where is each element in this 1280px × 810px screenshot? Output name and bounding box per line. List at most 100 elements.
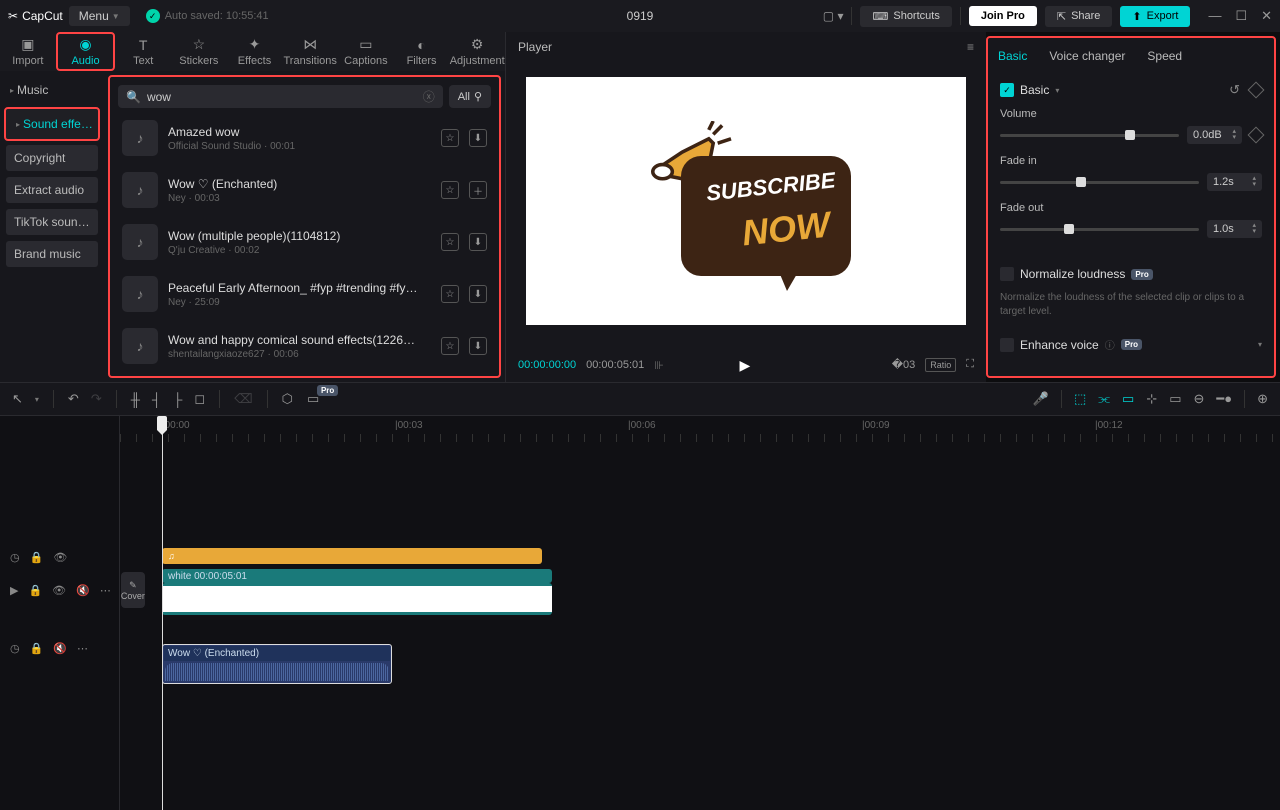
redo-icon[interactable]: ↷ xyxy=(91,391,102,407)
close-icon[interactable]: ✕ xyxy=(1261,8,1272,24)
add-icon[interactable]: ＋ xyxy=(469,181,487,199)
fadein-slider[interactable] xyxy=(1000,181,1199,184)
tab-effects[interactable]: ✦Effects xyxy=(227,32,283,71)
maximize-icon[interactable]: ☐ xyxy=(1235,8,1247,24)
video-clip[interactable] xyxy=(162,583,552,615)
undo-icon[interactable]: ↶ xyxy=(68,391,79,407)
eye-icon[interactable]: 👁 xyxy=(53,551,67,564)
join-pro-button[interactable]: Join Pro xyxy=(969,6,1037,26)
clock-icon[interactable]: ◷ xyxy=(10,642,20,655)
minimize-icon[interactable]: — xyxy=(1208,8,1221,24)
ruler[interactable]: |00:00 |00:03 |00:06 |00:09 |00:12 xyxy=(120,416,1280,444)
effect-clip[interactable] xyxy=(162,548,542,564)
sidebar-item-copyright[interactable]: Copyright xyxy=(6,145,98,171)
props-tab-basic[interactable]: Basic xyxy=(998,49,1027,63)
keyframe-icon[interactable] xyxy=(1248,127,1265,144)
checkbox-basic[interactable]: ✓ xyxy=(1000,83,1014,97)
shield-icon[interactable]: ⬡ xyxy=(282,391,293,407)
clear-icon[interactable]: ⓧ xyxy=(423,88,435,105)
sidebar-item-sound-effects[interactable]: ▸Sound effe… xyxy=(4,107,100,141)
keyframe-icon[interactable] xyxy=(1248,82,1265,99)
volume-value[interactable]: 0.0dB▴▾ xyxy=(1187,126,1242,144)
favorite-icon[interactable]: ☆ xyxy=(441,129,459,147)
mute-icon[interactable]: 🔇 xyxy=(76,584,90,597)
mic-icon[interactable]: 🎤 xyxy=(1033,391,1049,407)
bars-icon[interactable]: ⊪ xyxy=(654,359,664,372)
sidebar-item-music[interactable]: ▸Music xyxy=(0,75,104,105)
tab-captions[interactable]: ▭Captions xyxy=(338,32,394,71)
sidebar-item-brand-music[interactable]: Brand music xyxy=(6,241,98,267)
spinner-arrows[interactable]: ▴▾ xyxy=(1252,176,1256,188)
clock-icon[interactable]: ◷ xyxy=(10,551,20,564)
player-menu-icon[interactable]: ≡ xyxy=(967,40,974,54)
zoom-out-icon[interactable]: ⊖ xyxy=(1194,391,1205,407)
more-icon[interactable]: ⋯ xyxy=(77,642,88,655)
playhead[interactable] xyxy=(162,416,163,810)
tab-stickers[interactable]: ☆Stickers xyxy=(171,32,227,71)
info-icon[interactable]: ⓘ xyxy=(1105,337,1115,352)
download-icon[interactable]: ⬇ xyxy=(469,285,487,303)
sound-item[interactable]: ♪ Wow and happy comical sound effects(12… xyxy=(116,320,493,372)
project-title[interactable]: 0919 xyxy=(627,9,654,23)
lock-icon[interactable]: 🔒 xyxy=(28,584,42,597)
zoom-in-icon[interactable]: ⊕ xyxy=(1257,391,1268,407)
scan-icon[interactable]: �03 xyxy=(892,358,916,372)
zoom-slider[interactable]: ━● xyxy=(1216,391,1232,407)
trim-left-icon[interactable]: ┤ xyxy=(152,392,161,407)
chevron-down-icon[interactable]: ▾ xyxy=(1055,86,1059,95)
search-box[interactable]: 🔍 ⓧ xyxy=(118,85,443,108)
aspect-icon[interactable]: ▢ ▾ xyxy=(823,9,844,23)
lock-icon[interactable]: 🔒 xyxy=(30,551,44,564)
filter-button[interactable]: All ⚲ xyxy=(449,85,491,108)
props-tab-speed[interactable]: Speed xyxy=(1147,49,1182,63)
download-icon[interactable]: ⬇ xyxy=(469,233,487,251)
spinner-arrows[interactable]: ▴▾ xyxy=(1252,223,1256,235)
share-button[interactable]: ⇱ Share xyxy=(1045,6,1113,27)
delete-icon[interactable]: ⌫ xyxy=(234,391,252,407)
ratio-button[interactable]: Ratio xyxy=(925,358,956,372)
sidebar-item-tiktok-sounds[interactable]: TikTok soun… xyxy=(6,209,98,235)
lock-icon[interactable]: 🔒 xyxy=(30,642,44,655)
sound-item[interactable]: ♪ Wow (multiple people)(1104812) Q'ju Cr… xyxy=(116,216,493,268)
crop-icon[interactable]: ◻ xyxy=(194,391,205,407)
checkbox-normalize[interactable]: ✓ xyxy=(1000,267,1014,281)
sidebar-item-extract-audio[interactable]: Extract audio xyxy=(6,177,98,203)
shortcuts-button[interactable]: ⌨ Shortcuts xyxy=(860,6,951,27)
props-tab-voice-changer[interactable]: Voice changer xyxy=(1049,49,1125,63)
more-icon[interactable]: ⋯ xyxy=(100,584,111,597)
tab-filters[interactable]: ◐Filters xyxy=(394,32,450,71)
playhead-handle[interactable] xyxy=(157,416,167,430)
favorite-icon[interactable]: ☆ xyxy=(441,285,459,303)
captions-tool-icon[interactable]: ▭Pro xyxy=(307,391,319,407)
audio-clip[interactable]: Wow ♡ (Enchanted) xyxy=(162,644,392,684)
sound-item[interactable]: ♪ Peaceful Early Afternoon_ #fyp #trendi… xyxy=(116,268,493,320)
volume-slider[interactable] xyxy=(1000,134,1179,137)
align-icon[interactable]: ⊹ xyxy=(1146,391,1157,407)
fullscreen-icon[interactable]: ⛶ xyxy=(966,358,974,372)
chevron-down-icon[interactable]: ▾ xyxy=(1258,340,1262,349)
tab-text[interactable]: TText xyxy=(115,32,171,71)
fadein-value[interactable]: 1.2s▴▾ xyxy=(1207,173,1262,191)
play-button[interactable]: ▶ xyxy=(740,357,751,374)
reset-icon[interactable]: ↺ xyxy=(1229,82,1240,98)
favorite-icon[interactable]: ☆ xyxy=(441,337,459,355)
search-input[interactable] xyxy=(147,90,417,104)
preview-icon[interactable]: ▭ xyxy=(1169,391,1181,407)
spinner-arrows[interactable]: ▴▾ xyxy=(1232,129,1236,141)
video-icon[interactable]: ▶ xyxy=(10,584,18,597)
favorite-icon[interactable]: ☆ xyxy=(441,233,459,251)
slider-thumb[interactable] xyxy=(1076,177,1086,187)
fadeout-slider[interactable] xyxy=(1000,228,1199,231)
menu-button[interactable]: Menu ▼ xyxy=(69,6,130,26)
magnet-icon[interactable]: ⬚ xyxy=(1074,391,1086,407)
download-icon[interactable]: ⬇ xyxy=(469,129,487,147)
pointer-icon[interactable]: ↖ xyxy=(12,391,23,407)
tab-adjustment[interactable]: ⚙Adjustment xyxy=(449,32,505,71)
video-clip-label[interactable]: white 00:00:05:01 xyxy=(162,569,552,583)
tab-transitions[interactable]: ⋈Transitions xyxy=(282,32,338,71)
tab-audio[interactable]: ◉Audio xyxy=(56,32,116,71)
checkbox-enhance[interactable]: ✓ xyxy=(1000,338,1014,352)
export-button[interactable]: ⬆ Export xyxy=(1120,6,1190,27)
player-canvas[interactable]: SUBSCRIBE NOW xyxy=(518,62,974,340)
chevron-down-icon[interactable]: ▾ xyxy=(35,395,39,404)
